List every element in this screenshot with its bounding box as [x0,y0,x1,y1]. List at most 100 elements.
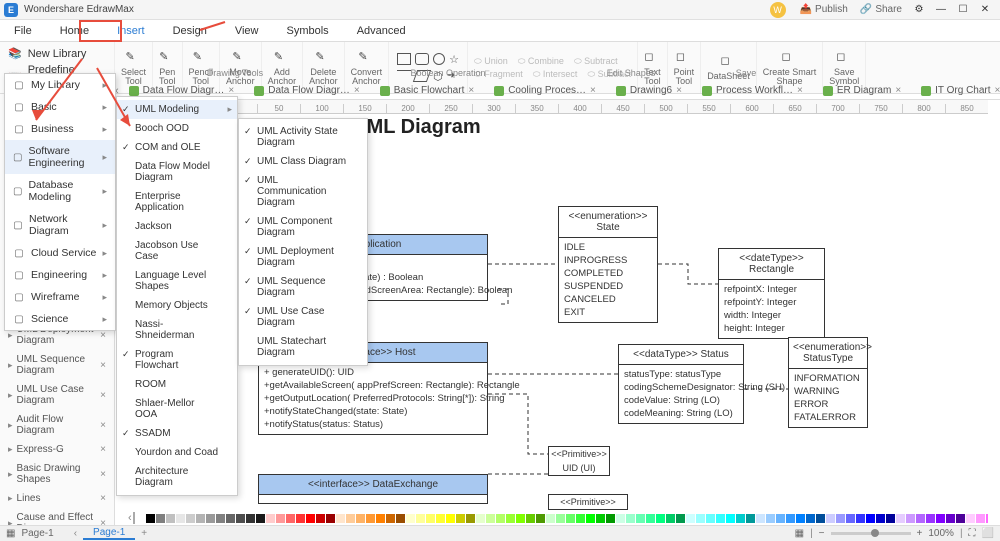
color-swatch[interactable] [926,514,935,523]
menu-view[interactable]: View [221,20,273,42]
submenu-item[interactable]: ✓UML Communication Diagram [239,171,367,212]
menu-advanced[interactable]: Advanced [343,20,420,42]
close-tab-icon[interactable]: × [468,82,474,100]
close-tab-icon[interactable]: × [797,82,803,100]
color-swatch[interactable] [526,514,535,523]
submenu-item[interactable]: Jackson [117,217,237,236]
color-swatch[interactable] [596,514,605,523]
color-swatch[interactable] [586,514,595,523]
uml-enum-state[interactable]: <<enumeration>> State IDLEINPROGRESSCOMP… [558,206,658,323]
color-swatch[interactable] [956,514,965,523]
color-swatch[interactable] [436,514,445,523]
close-tab-icon[interactable]: × [590,82,596,100]
color-swatch[interactable] [966,514,975,523]
library-category-item[interactable]: ▸UML Sequence Diagram× [0,350,114,380]
submenu-item[interactable]: Jacobson Use Case [117,236,237,266]
color-swatch[interactable] [446,514,455,523]
color-swatch[interactable] [326,514,335,523]
submenu-item[interactable]: ✓COM and OLE [117,138,237,157]
color-swatch[interactable] [136,514,145,523]
color-swatch[interactable] [486,514,495,523]
color-swatch[interactable] [806,514,815,523]
color-swatch[interactable] [636,514,645,523]
color-swatch[interactable] [916,514,925,523]
color-swatch[interactable] [706,514,715,523]
color-swatch[interactable] [746,514,755,523]
color-swatch[interactable] [196,514,205,523]
color-swatch[interactable] [256,514,265,523]
color-swatch[interactable] [626,514,635,523]
color-swatch[interactable] [656,514,665,523]
library-category-cloud-service[interactable]: ▢Cloud Service▸ [5,242,115,264]
menu-home[interactable]: Home [46,20,103,42]
circle-shape-icon[interactable] [433,53,445,65]
color-swatch[interactable] [386,514,395,523]
color-swatch[interactable] [686,514,695,523]
document-tab[interactable]: Process Workfl…× [692,82,813,100]
color-swatch[interactable] [416,514,425,523]
color-swatch[interactable] [896,514,905,523]
add-page-button[interactable]: + [141,528,147,539]
color-swatch[interactable] [176,514,185,523]
document-tab[interactable]: Cooling Proces…× [484,82,606,100]
color-swatch[interactable] [736,514,745,523]
bool-combine[interactable]: ⬭ Combine [518,56,564,67]
color-swatch[interactable] [266,514,275,523]
color-swatch[interactable] [676,514,685,523]
color-swatch[interactable] [506,514,515,523]
library-category-database-modeling[interactable]: ▢Database Modeling▸ [5,174,115,208]
color-swatch[interactable] [976,514,985,523]
user-badge[interactable]: W [770,2,786,18]
uml-interface-dataexchange[interactable]: <<interface>> DataExchange [258,474,488,504]
new-library-button[interactable]: 📚 New Library [6,45,114,62]
zoom-slider[interactable] [831,532,911,535]
library-category-software-engineering[interactable]: ▢Software Engineering▸ [5,140,115,174]
close-icon[interactable]: × [100,518,106,526]
color-swatch[interactable] [226,514,235,523]
maximize-button[interactable]: ☐ [952,1,974,19]
color-swatch[interactable] [906,514,915,523]
uml-enum-statustype[interactable]: <<enumeration>> StatusType INFORMATIONWA… [788,337,868,428]
submenu-item[interactable]: ROOM [117,375,237,394]
color-swatch[interactable] [846,514,855,523]
view-mode-icon[interactable]: ▦ [6,528,15,539]
color-swatch[interactable] [886,514,895,523]
library-category-science[interactable]: ▢Science▸ [5,308,115,330]
document-tab[interactable]: ER Diagram× [813,82,911,100]
color-swatch[interactable] [836,514,845,523]
close-tab-icon[interactable]: × [354,82,360,100]
rect-shape-icon[interactable] [397,53,411,65]
zoom-out-button[interactable]: − [819,528,825,539]
uml-datatype-status[interactable]: <<dataType>> Status statusType: statusTy… [618,344,744,424]
submenu-item[interactable]: ✓UML Use Case Diagram [239,302,367,332]
close-icon[interactable]: × [100,469,106,480]
submenu-item[interactable]: ✓UML Activity State Diagram [239,122,367,152]
close-icon[interactable]: × [100,493,106,504]
submenu-item[interactable]: Booch OOD [117,119,237,138]
palette-scroll-left[interactable]: ‹ [128,512,132,524]
color-swatch[interactable] [776,514,785,523]
color-swatch[interactable] [766,514,775,523]
submenu-item[interactable]: Memory Objects [117,296,237,315]
color-swatch[interactable] [796,514,805,523]
color-swatch[interactable] [866,514,875,523]
color-swatch[interactable] [336,514,345,523]
color-swatch[interactable] [876,514,885,523]
document-tab[interactable]: IT Org Chart× [911,82,1000,100]
bool-union[interactable]: ⬭ Union [474,56,508,67]
submenu-item[interactable]: ✓UML Deployment Diagram [239,242,367,272]
page-nav-left[interactable]: ‹ [74,528,77,539]
color-swatch[interactable] [346,514,355,523]
color-swatch[interactable] [306,514,315,523]
publish-button[interactable]: 📤 Publish [800,4,848,15]
menu-file[interactable]: File [0,20,46,42]
color-swatch[interactable] [986,514,988,523]
color-swatch[interactable] [856,514,865,523]
layout-icon[interactable]: ▦ [795,528,804,539]
library-category-item[interactable]: ▸Basic Drawing Shapes× [0,459,114,489]
color-swatch[interactable] [216,514,225,523]
library-category-item[interactable]: ▸UML Use Case Diagram× [0,380,114,410]
color-swatch[interactable] [466,514,475,523]
color-swatch[interactable] [616,514,625,523]
submenu-item[interactable]: ✓UML Sequence Diagram [239,272,367,302]
